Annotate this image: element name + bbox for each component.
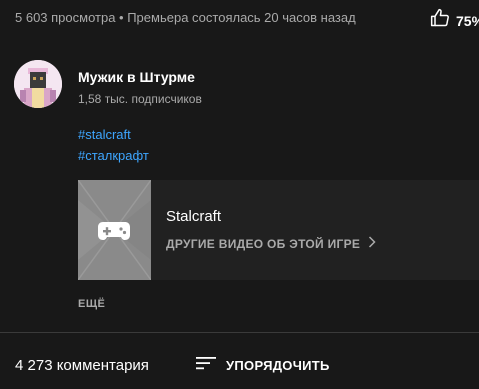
hashtag-link[interactable]: #сталкрафт xyxy=(78,148,149,163)
channel-name[interactable]: Мужик в Штурме xyxy=(78,69,195,85)
hashtag-link[interactable]: #stalcraft xyxy=(78,127,131,142)
divider xyxy=(0,332,479,333)
comments-count: 4 273 комментария xyxy=(15,357,149,374)
like-percent: 75% xyxy=(456,12,479,29)
game-title: Stalcraft xyxy=(166,208,222,225)
sort-button[interactable]: УПОРЯДОЧИТЬ xyxy=(196,355,330,376)
channel-avatar[interactable] xyxy=(14,60,62,108)
chevron-right-icon xyxy=(368,236,376,251)
like-button[interactable]: 75% xyxy=(430,8,479,33)
subscriber-count: 1,58 тыс. подписчиков xyxy=(78,92,202,106)
thumbs-up-icon xyxy=(430,8,450,33)
game-card[interactable]: Stalcraft ДРУГИЕ ВИДЕО ОБ ЭТОЙ ИГРЕ xyxy=(78,180,479,280)
gamepad-icon xyxy=(97,220,131,247)
game-more-label: ДРУГИЕ ВИДЕО ОБ ЭТОЙ ИГРЕ xyxy=(166,236,361,251)
video-stats: 5 603 просмотра • Премьера состоялась 20… xyxy=(15,10,356,25)
sort-icon xyxy=(196,355,216,376)
game-more-videos-link[interactable]: ДРУГИЕ ВИДЕО ОБ ЭТОЙ ИГРЕ xyxy=(166,236,376,251)
show-more-button[interactable]: ЕЩЁ xyxy=(78,298,105,310)
sort-label: УПОРЯДОЧИТЬ xyxy=(226,358,330,373)
game-thumbnail xyxy=(78,180,151,280)
